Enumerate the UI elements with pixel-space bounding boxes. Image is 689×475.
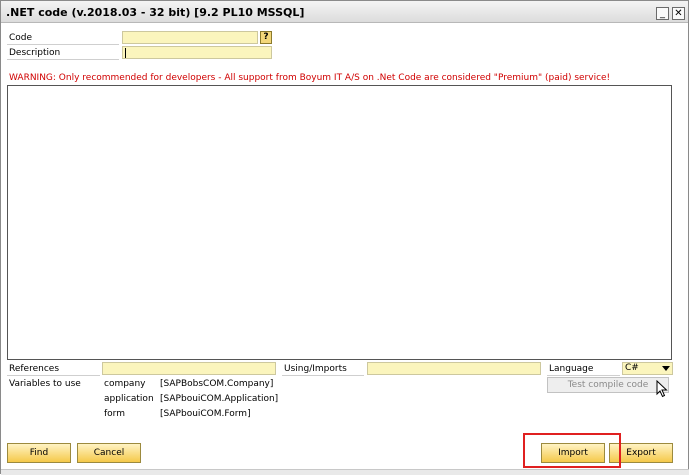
- chevron-down-icon[interactable]: [662, 366, 670, 371]
- description-label-underline: [7, 59, 119, 60]
- code-label: Code: [9, 33, 33, 43]
- text-caret: [125, 48, 126, 58]
- description-label: Description: [9, 48, 61, 58]
- net-code-window: .NET code (v.2018.03 - 32 bit) [9.2 PL10…: [0, 0, 689, 475]
- references-label: References: [9, 364, 60, 374]
- window-title: .NET code (v.2018.03 - 32 bit) [9.2 PL10…: [6, 6, 305, 19]
- language-label-underline: [547, 375, 620, 376]
- cancel-button[interactable]: Cancel: [77, 443, 141, 463]
- minimize-icon: _: [660, 8, 665, 19]
- variable-type: [SAPbouiCOM.Application]: [160, 394, 279, 404]
- description-field[interactable]: [122, 46, 272, 59]
- find-button[interactable]: Find: [7, 443, 71, 463]
- references-field[interactable]: [102, 362, 276, 375]
- using-imports-label-underline: [282, 375, 364, 376]
- minimize-button[interactable]: _: [656, 7, 669, 20]
- title-bar[interactable]: .NET code (v.2018.03 - 32 bit) [9.2 PL10…: [1, 1, 688, 23]
- close-button[interactable]: ✕: [672, 7, 685, 20]
- using-imports-label: Using/Imports: [284, 364, 347, 374]
- bottom-edge: [1, 469, 689, 475]
- language-selected-value: C#: [625, 363, 639, 373]
- code-editor[interactable]: [7, 85, 672, 360]
- variables-label: Variables to use: [9, 379, 81, 389]
- variable-name: company: [104, 379, 146, 389]
- language-select[interactable]: C#: [622, 362, 673, 375]
- mouse-pointer-icon: [656, 380, 668, 398]
- language-label: Language: [549, 364, 594, 374]
- premium-warning: WARNING: Only recommended for developers…: [9, 73, 611, 83]
- import-highlight-box: [523, 433, 621, 468]
- code-label-underline: [7, 44, 119, 45]
- variable-name: form: [104, 409, 125, 419]
- variable-type: [SAPbouiCOM.Form]: [160, 409, 251, 419]
- variable-type: [SAPBobsCOM.Company]: [160, 379, 274, 389]
- close-icon: ✕: [674, 8, 683, 19]
- references-label-underline: [7, 375, 100, 376]
- using-imports-field[interactable]: [367, 362, 541, 375]
- test-compile-button[interactable]: Test compile code: [547, 377, 669, 393]
- variable-name: application: [104, 394, 154, 404]
- code-lookup-button[interactable]: ?: [260, 31, 272, 44]
- code-field[interactable]: [122, 31, 258, 44]
